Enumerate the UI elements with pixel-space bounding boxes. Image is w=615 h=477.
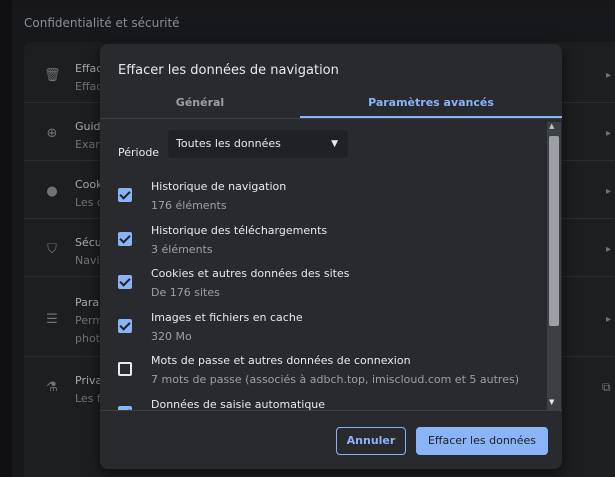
scroll-up-icon[interactable]: ▲ [549, 122, 554, 130]
footer-divider [100, 410, 562, 411]
option-cookies[interactable]: Cookies et autres données des sites De 1… [118, 267, 538, 307]
period-label: Période [118, 146, 160, 159]
option-title: Historique des téléchargements [151, 224, 328, 237]
scrollbar-thumb[interactable] [549, 136, 559, 326]
clear-data-button[interactable]: Effacer les données [416, 427, 548, 455]
clear-browsing-data-dialog: Effacer les données de navigation Généra… [100, 44, 562, 469]
option-title: Cookies et autres données des sites [151, 267, 350, 280]
checkbox[interactable] [118, 232, 132, 246]
option-title: Historique de navigation [151, 180, 287, 193]
option-subtitle: 3 éléments [151, 243, 213, 256]
option-subtitle: 176 éléments [151, 199, 227, 212]
option-cache[interactable]: Images et fichiers en cache 320 Mo [118, 311, 538, 351]
options-scroll-area[interactable]: Période Toutes les données ▼ Historique … [100, 120, 562, 410]
tab-advanced[interactable]: Paramètres avancés [300, 88, 562, 118]
checkbox[interactable] [118, 188, 132, 202]
option-browsing-history[interactable]: Historique de navigation 176 éléments [118, 180, 538, 220]
active-tab-indicator [300, 116, 562, 118]
period-select[interactable]: Toutes les données ▼ [168, 130, 348, 158]
option-download-history[interactable]: Historique des téléchargements 3 élément… [118, 224, 538, 264]
option-title: Images et fichiers en cache [151, 311, 303, 324]
option-passwords[interactable]: Mots de passe et autres données de conne… [118, 354, 538, 394]
option-title: Mots de passe et autres données de conne… [151, 354, 411, 367]
option-autofill[interactable]: Données de saisie automatique [118, 398, 538, 410]
period-value: Toutes les données [176, 137, 281, 150]
cancel-button[interactable]: Annuler [336, 427, 406, 455]
checkbox[interactable] [118, 319, 132, 333]
checkbox[interactable] [118, 275, 132, 289]
option-subtitle: 7 mots de passe (associés à adbch.top, i… [151, 373, 519, 386]
dialog-title: Effacer les données de navigation [118, 63, 339, 78]
option-title: Données de saisie automatique [151, 398, 326, 410]
caret-down-icon: ▼ [331, 139, 338, 149]
tab-bar: Général Paramètres avancés [100, 88, 562, 119]
option-subtitle: 320 Mo [151, 330, 192, 343]
checkbox[interactable] [118, 362, 132, 376]
option-subtitle: De 176 sites [151, 286, 220, 299]
scroll-down-icon[interactable]: ▼ [549, 398, 554, 406]
tab-general[interactable]: Général [100, 88, 300, 118]
